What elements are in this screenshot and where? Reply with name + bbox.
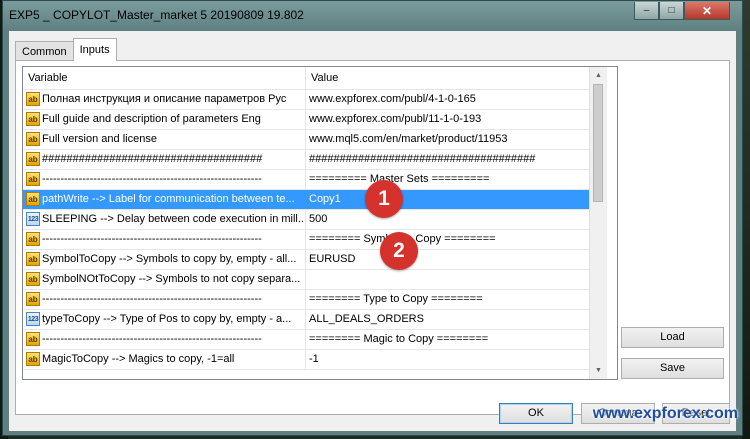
table-row[interactable]: 123 SLEEPING --> Delay between code execu… [23,210,589,230]
value-cell[interactable]: -1 [306,350,589,369]
scroll-thumb[interactable] [593,84,603,202]
grid-rows: ab Полная инструкция и описание параметро… [23,90,589,370]
numeric-type-icon: 123 [26,212,40,226]
variable-name: pathWrite --> Label for communication be… [42,193,295,205]
close-icon[interactable]: ✕ [684,2,730,20]
variable-name: typeToCopy --> Type of Pos to copy by, e… [42,313,292,325]
string-type-icon: ab [26,112,40,126]
variable-cell[interactable]: ab Full version and license [23,130,306,149]
table-row[interactable]: ab pathWrite --> Label for communication … [23,190,589,210]
string-type-icon: ab [26,152,40,166]
numeric-type-icon: 123 [26,312,40,326]
string-type-icon: ab [26,352,40,366]
string-type-icon: ab [26,132,40,146]
value-cell[interactable]: www.expforex.com/publ/11-1-0-193 [306,110,589,129]
value-cell[interactable]: EURUSD [306,250,589,269]
load-button[interactable]: Load [621,327,724,348]
variable-name: ----------------------------------------… [42,333,262,345]
table-row[interactable]: ab SymbolToCopy --> Symbols to copy by, e… [23,250,589,270]
value-cell[interactable]: www.mql5.com/en/market/product/11953 [306,130,589,149]
value-cell[interactable]: www.expforex.com/publ/4-1-0-165 [306,90,589,109]
value-cell[interactable]: ========= Master Sets ========= [306,170,589,189]
table-row[interactable]: ab MagicToCopy --> Magics to copy, -1=all… [23,350,589,370]
variable-name: MagicToCopy --> Magics to copy, -1=all [42,353,235,365]
table-row[interactable]: ab Полная инструкция и описание параметро… [23,90,589,110]
variable-name: ----------------------------------------… [42,293,262,305]
window-controls: – □ ✕ [634,2,730,20]
scroll-down-icon[interactable]: ▼ [590,362,607,379]
table-row[interactable]: ab Full guide and description of paramete… [23,110,589,130]
variable-name: ----------------------------------------… [42,173,262,185]
variable-cell[interactable]: ab MagicToCopy --> Magics to copy, -1=all [23,350,306,369]
grid-header: Variable Value [23,67,589,90]
variable-cell[interactable]: 123 SLEEPING --> Delay between code execu… [23,210,306,229]
table-row[interactable]: ab SymbolNOtToCopy --> Symbols to not cop… [23,270,589,290]
value-cell[interactable]: 500 [306,210,589,229]
table-row[interactable]: 123 typeToCopy --> Type of Pos to copy by… [23,310,589,330]
value-cell[interactable]: ##################################### [306,150,589,169]
value-cell[interactable]: ======== Type to Copy ======== [306,290,589,309]
string-type-icon: ab [26,232,40,246]
string-type-icon: ab [26,192,40,206]
variable-name: Полная инструкция и описание параметров … [42,93,287,105]
value-cell[interactable]: ======== Magic to Copy ======== [306,330,589,349]
tab-common[interactable]: Common [15,41,74,61]
window-title: EXP5 _ COPYLOT_Master_market 5 20190809 … [9,8,304,22]
variable-cell[interactable]: ab #################################### [23,150,306,169]
string-type-icon: ab [26,252,40,266]
inputs-grid: Variable Value ab Полная инструкция и опи… [22,66,618,380]
variable-cell[interactable]: ab Полная инструкция и описание параметро… [23,90,306,109]
table-row[interactable]: ab --------------------------------------… [23,230,589,250]
variable-cell[interactable]: ab --------------------------------------… [23,170,306,189]
callout-badge-2: 2 [380,232,418,270]
callout-badge-1: 1 [365,180,403,218]
value-cell[interactable] [306,270,589,289]
string-type-icon: ab [26,172,40,186]
variable-name: SLEEPING --> Delay between code executio… [42,213,306,225]
variable-name: ----------------------------------------… [42,233,262,245]
variable-name: #################################### [42,153,263,165]
table-row[interactable]: ab --------------------------------------… [23,170,589,190]
watermark-text: www.expforex.com [592,405,738,422]
variable-cell[interactable]: ab Full guide and description of paramete… [23,110,306,129]
value-cell[interactable]: ======== Symbol to Copy ======== [306,230,589,249]
string-type-icon: ab [26,332,40,346]
table-row[interactable]: ab Full version and license www.mql5.com/e… [23,130,589,150]
string-type-icon: ab [26,272,40,286]
variable-name: Full version and license [42,133,157,145]
table-row[interactable]: ab --------------------------------------… [23,330,589,350]
variable-name: SymbolNOtToCopy --> Symbols to not copy … [42,273,301,285]
variable-cell[interactable]: ab SymbolToCopy --> Symbols to copy by, e… [23,250,306,269]
variable-cell[interactable]: ab SymbolNOtToCopy --> Symbols to not cop… [23,270,306,289]
title-bar[interactable]: EXP5 _ COPYLOT_Master_market 5 20190809 … [3,1,742,31]
tab-strip: Common Inputs [15,38,117,61]
value-cell[interactable]: ALL_DEALS_ORDERS [306,310,589,329]
variable-cell[interactable]: ab --------------------------------------… [23,330,306,349]
properties-dialog: EXP5 _ COPYLOT_Master_market 5 20190809 … [2,0,743,436]
string-type-icon: ab [26,92,40,106]
string-type-icon: ab [26,292,40,306]
variable-cell[interactable]: 123 typeToCopy --> Type of Pos to copy by… [23,310,306,329]
minimize-icon[interactable]: – [634,2,659,20]
table-row[interactable]: ab --------------------------------------… [23,290,589,310]
dialog-client: Common Inputs Variable Value ab Полная ин… [9,31,736,431]
scroll-up-icon[interactable]: ▲ [590,67,607,84]
tab-inputs[interactable]: Inputs [72,38,117,61]
maximize-icon[interactable]: □ [659,2,684,20]
variable-cell[interactable]: ab --------------------------------------… [23,290,306,309]
variable-name: Full guide and description of parameters… [42,113,261,125]
variable-cell[interactable]: ab pathWrite --> Label for communication … [23,190,306,209]
table-row[interactable]: ab #################################### ##… [23,150,589,170]
save-button[interactable]: Save [621,358,724,379]
ok-button[interactable]: OK [499,403,573,424]
column-header-variable[interactable]: Variable [23,67,306,89]
vertical-scrollbar[interactable]: ▲ ▼ [589,67,607,379]
value-cell[interactable]: Copy1 [306,190,589,209]
variable-cell[interactable]: ab --------------------------------------… [23,230,306,249]
background-chart-right [742,0,750,439]
variable-name: SymbolToCopy --> Symbols to copy by, emp… [42,253,297,265]
column-header-value[interactable]: Value [306,67,589,89]
